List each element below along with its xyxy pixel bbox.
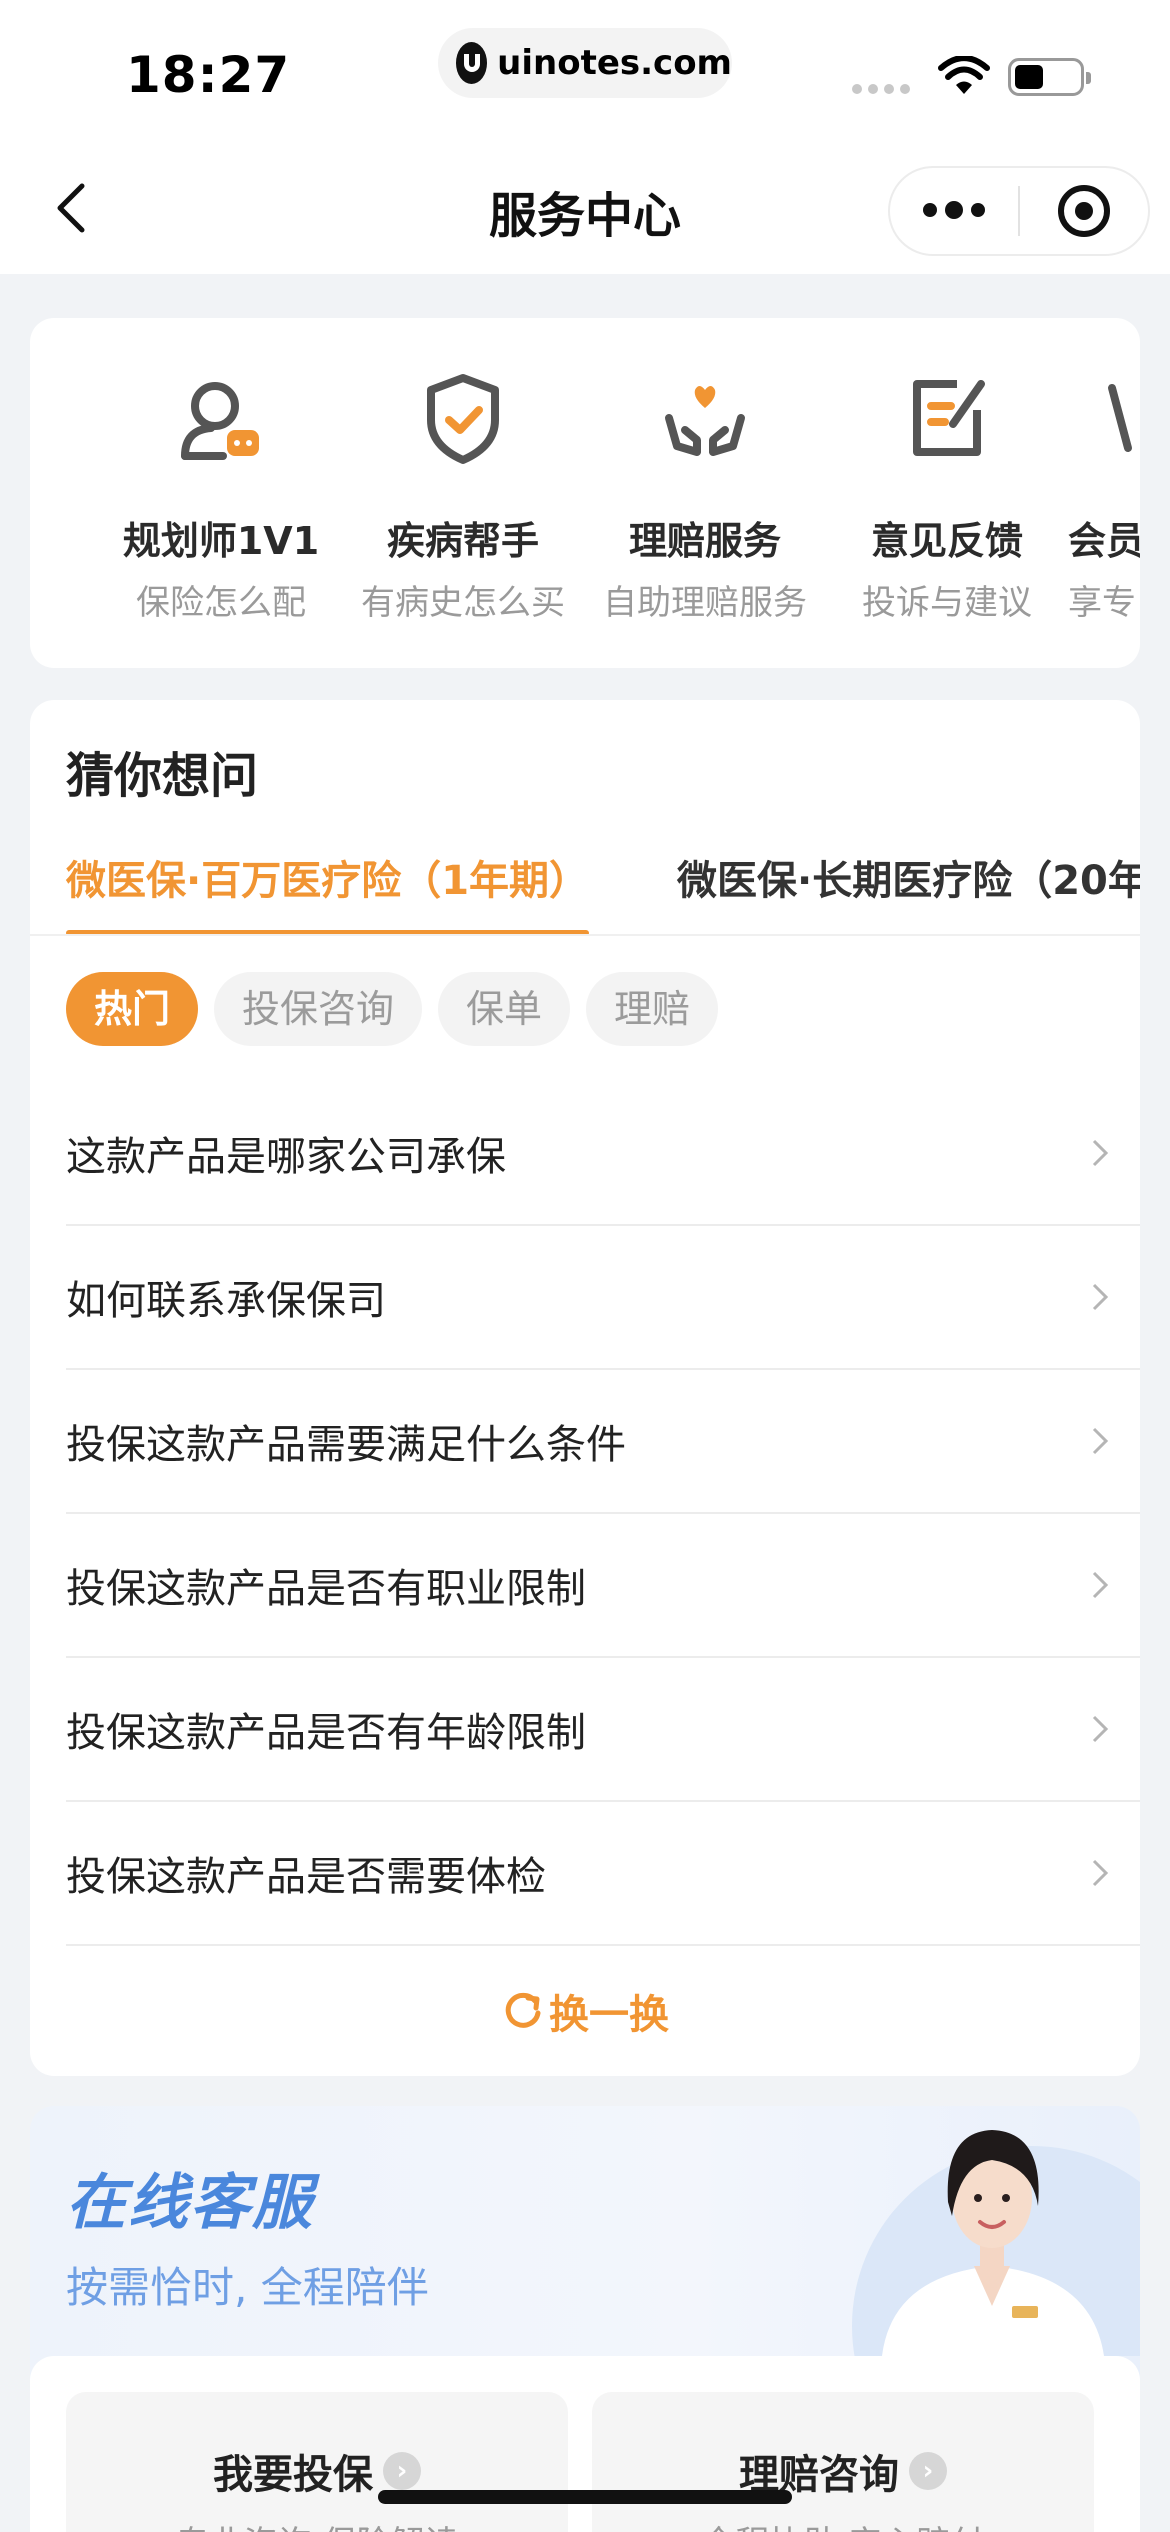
service-sub: 自助理赔服务	[603, 583, 807, 623]
faq-card: 猜你想问 微医保·百万医疗险（1年期） 微医保·长期医疗险（20年期） 热门 投保…	[30, 700, 1140, 2076]
chip-policy[interactable]: 保单	[438, 972, 571, 1046]
hands-heart-icon	[665, 386, 745, 456]
edit-note-icon	[913, 380, 985, 456]
status-time: 18:27	[126, 46, 291, 104]
service-member[interactable]: 会员 享专	[1068, 368, 1140, 624]
tab-million-medical[interactable]: 微医保·百万医疗险（1年期）	[66, 848, 590, 936]
wifi-icon	[938, 56, 990, 94]
chevron-right-icon	[1092, 1715, 1109, 1743]
category-chips: 热门 投保咨询 保单 理赔	[66, 972, 719, 1046]
list-item[interactable]: 投保这款产品是否有年龄限制	[66, 1658, 1140, 1802]
service-feedback[interactable]: 意见反馈 投诉与建议	[826, 368, 1068, 624]
service-disease-helper[interactable]: 疾病帮手 有病史怎么买	[342, 368, 584, 624]
chevron-right-icon: ›	[383, 2452, 421, 2490]
question-text: 投保这款产品是否需要体检	[66, 1854, 546, 1900]
refresh-icon	[505, 1992, 541, 2028]
status-bar: 18:27 uinotes.com	[0, 0, 1170, 140]
buy-insurance-button[interactable]: 我要投保 › 专业咨询 保险解读	[66, 2392, 568, 2532]
chevron-right-icon	[1092, 1859, 1109, 1887]
member-icon	[1108, 384, 1132, 452]
cs-button-panel: 我要投保 › 专业咨询 保险解读 理赔咨询› 全程协助 安心赔付	[30, 2356, 1140, 2532]
cellular-signal-icon	[852, 84, 910, 94]
refresh-label: 换一换	[549, 1992, 669, 2038]
question-text: 如何联系承保保司	[66, 1278, 386, 1324]
chevron-right-icon: ›	[909, 2452, 947, 2490]
question-text: 这款产品是哪家公司承保	[66, 1134, 506, 1180]
list-item[interactable]: 投保这款产品是否有职业限制	[66, 1514, 1140, 1658]
close-mini-program-icon[interactable]	[1020, 185, 1148, 237]
cs-title: 在线客服	[66, 2168, 314, 2238]
mini-program-capsule	[888, 166, 1150, 256]
chevron-right-icon	[1092, 1571, 1109, 1599]
list-item[interactable]: 投保这款产品需要满足什么条件	[66, 1370, 1140, 1514]
service-name: 意见反馈	[870, 519, 1023, 563]
advisor-icon	[181, 382, 259, 460]
service-shortcuts-card: 规划师1V1 保险怎么配 疾病帮手 有病史怎么买 理赔服务 自助理赔服务 意见反…	[30, 318, 1140, 668]
buy-insurance-label: 我要投保	[213, 2452, 373, 2498]
service-sub: 保险怎么配	[136, 583, 306, 623]
service-name: 理赔服务	[628, 519, 781, 563]
chip-consult[interactable]: 投保咨询	[214, 972, 423, 1046]
chip-hot[interactable]: 热门	[66, 972, 199, 1046]
chevron-right-icon	[1092, 1283, 1109, 1311]
shield-check-icon	[427, 374, 499, 464]
claims-consult-sub: 全程协助 安心赔付	[592, 2516, 1094, 2532]
cs-subtitle: 按需恰时, 全程陪伴	[66, 2263, 429, 2312]
refresh-button[interactable]: 换一换	[30, 1982, 1140, 2040]
url-pill[interactable]: uinotes.com	[438, 28, 732, 98]
service-claims[interactable]: 理赔服务 自助理赔服务	[584, 368, 826, 624]
service-sub: 投诉与建议	[862, 583, 1032, 623]
service-sub: 享专	[1068, 583, 1136, 623]
chevron-right-icon	[1092, 1427, 1109, 1455]
question-list: 这款产品是哪家公司承保 如何联系承保保司 投保这款产品需要满足什么条件 投保这款…	[66, 1082, 1140, 1946]
agent-avatar	[852, 2130, 1140, 2356]
list-item[interactable]: 投保这款产品是否需要体检	[66, 1802, 1140, 1946]
tab-long-term-medical[interactable]: 微医保·长期医疗险（20年期）	[677, 848, 1140, 936]
service-advisor[interactable]: 规划师1V1 保险怎么配	[100, 368, 342, 624]
url-text: uinotes.com	[497, 43, 732, 83]
service-name: 会员	[1068, 519, 1140, 563]
service-sub: 有病史怎么买	[361, 583, 565, 623]
more-icon[interactable]	[890, 201, 1018, 219]
buy-insurance-sub: 专业咨询 保险解读	[66, 2516, 568, 2532]
battery-icon	[1008, 58, 1091, 96]
claims-consult-button[interactable]: 理赔咨询› 全程协助 安心赔付	[592, 2392, 1094, 2532]
home-indicator[interactable]	[378, 2490, 792, 2504]
site-logo-icon	[456, 42, 488, 84]
chip-claims[interactable]: 理赔	[586, 972, 719, 1046]
chevron-right-icon	[1092, 1139, 1109, 1167]
nav-bar: 服务中心	[0, 140, 1170, 274]
service-name: 规划师1V1	[122, 519, 320, 563]
question-text: 投保这款产品是否有年龄限制	[66, 1710, 586, 1756]
question-text: 投保这款产品是否有职业限制	[66, 1566, 586, 1612]
product-tabs: 微医保·百万医疗险（1年期） 微医保·长期医疗险（20年期）	[66, 848, 1140, 936]
question-text: 投保这款产品需要满足什么条件	[66, 1422, 626, 1468]
list-item[interactable]: 如何联系承保保司	[66, 1226, 1140, 1370]
tabs-divider	[30, 934, 1140, 936]
service-name: 疾病帮手	[386, 519, 539, 563]
list-item[interactable]: 这款产品是哪家公司承保	[66, 1082, 1140, 1226]
faq-title: 猜你想问	[66, 748, 259, 804]
online-service-card: 在线客服 按需恰时, 全程陪伴 我要投保 › 专业咨询 保险解读 理赔咨询› 全程…	[30, 2106, 1140, 2532]
